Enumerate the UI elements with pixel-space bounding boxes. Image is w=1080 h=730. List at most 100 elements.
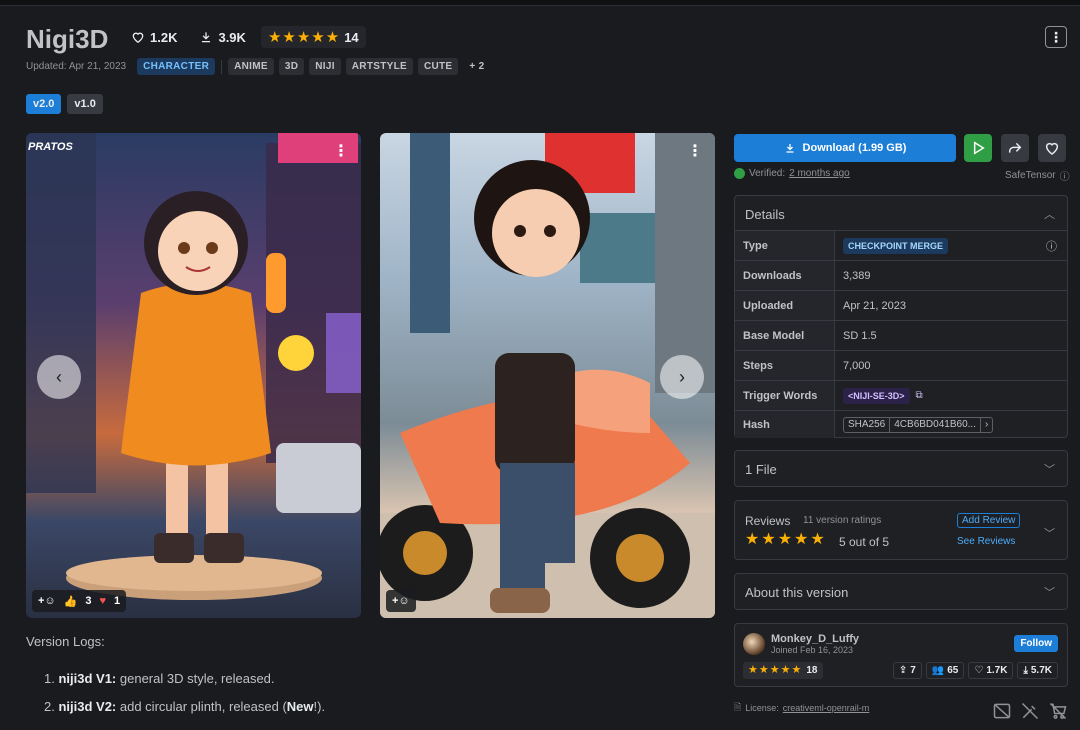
verified-check-icon — [734, 168, 745, 179]
review-score: 5 out of 5 — [839, 535, 890, 549]
no-brush-icon — [1021, 702, 1039, 720]
reviews-title: Reviews — [745, 514, 791, 528]
creator-card: Monkey_D_Luffy Joined Feb 16, 2023 Follo… — [734, 623, 1068, 687]
hash-selector[interactable]: SHA256 4CB6BD041B60... › — [843, 416, 994, 433]
add-reaction-icon[interactable]: +☺ — [392, 595, 410, 607]
chevron-right-icon[interactable]: › — [979, 417, 992, 432]
reviews-panel: Reviews 11 version ratings ★ ★ ★ ★ ★ 5 out o… — [734, 500, 1068, 560]
tag-artstyle[interactable]: ARTSTYLE — [345, 58, 413, 75]
type-badge: CHECKPOINT MERGE — [843, 237, 949, 254]
more-menu-button[interactable]: ⋮ — [1045, 26, 1067, 48]
star-icon: ★ — [810, 531, 825, 548]
play-icon — [973, 141, 985, 155]
downloads-count: 3.9K — [218, 29, 246, 45]
creator-name[interactable]: Monkey_D_Luffy — [771, 633, 859, 645]
follow-button[interactable]: Follow — [1014, 635, 1058, 652]
upload-icon: ⇪ — [898, 665, 908, 676]
chevron-right-icon: › — [679, 366, 685, 387]
detail-row-steps: Steps 7,000 — [735, 350, 1067, 380]
star-icon: ★ — [780, 664, 791, 676]
files-panel[interactable]: 1 File ﹀ — [734, 450, 1068, 487]
rating-stat[interactable]: ★ ★ ★ ★ ★ 14 — [260, 26, 366, 48]
details-panel: Details ︿ Type CHECKPOINT MERGE ⓘ Downloa… — [734, 195, 1068, 438]
watermark-logo: PRATOS — [28, 141, 73, 153]
download-icon: ⤓ — [1023, 665, 1028, 676]
detail-row-type: Type CHECKPOINT MERGE ⓘ — [735, 230, 1067, 260]
category-tag[interactable]: CHARACTER — [137, 58, 216, 75]
updated-date: Updated: Apr 21, 2023 — [26, 61, 127, 72]
download-icon — [786, 144, 794, 153]
creator-stats: ⇪ 7 👥 65 ♡ 1.7K ⤓ 5.7K — [892, 662, 1058, 679]
likes-stat[interactable]: 1.2K — [124, 26, 184, 48]
model-stats: 1.2K 3.9K ★ ★ ★ ★ ★ 14 — [124, 26, 366, 48]
image-reactions[interactable]: +☺ — [386, 590, 416, 612]
heart-icon — [1045, 142, 1059, 155]
next-image-button[interactable]: › — [660, 355, 704, 399]
info-icon[interactable]: ⓘ — [1046, 238, 1057, 254]
star-icon: ★ — [311, 28, 325, 46]
tag-3d[interactable]: 3D — [278, 58, 305, 75]
gallery-image-2[interactable]: ⋮ › +☺ — [380, 133, 715, 618]
version-v1-button[interactable]: v1.0 — [67, 94, 103, 114]
verified-status: Verified: 2 months ago — [734, 168, 850, 179]
add-review-button[interactable]: Add Review — [957, 513, 1021, 528]
detail-row-uploaded: Uploaded Apr 21, 2023 — [735, 290, 1067, 320]
chevron-down-icon[interactable]: ﹀ — [1044, 525, 1055, 541]
files-title: 1 File — [745, 461, 777, 477]
heart-icon — [132, 32, 144, 44]
license-link[interactable]: creativeml-openrail-m — [783, 703, 870, 713]
trigger-word-badge[interactable]: <NIJI-SE-3D> — [843, 387, 910, 404]
log-item: 1. niji3d V1: general 3D style, released… — [44, 671, 275, 686]
users-icon: 👥 — [931, 665, 945, 676]
creator-rating: ★ ★ ★ ★ ★ 18 — [743, 662, 823, 679]
image-menu-icon[interactable]: ⋮ — [333, 141, 349, 161]
copy-icon[interactable]: ⧉ — [916, 390, 923, 401]
star-icon: ★ — [769, 664, 780, 676]
hash-algo[interactable]: SHA256 — [844, 419, 889, 430]
gallery-image-1[interactable]: PRATOS ⋮ ‹ +☺ 👍 3 ♥ 1 — [26, 133, 361, 618]
thumbs-count: 3 — [85, 595, 92, 607]
favorite-button[interactable] — [1038, 134, 1066, 162]
more-tags-button[interactable]: + 2 — [463, 58, 490, 75]
file-format: SafeTensor ⓘ — [1005, 168, 1070, 183]
star-icon: ★ — [748, 664, 758, 676]
avatar[interactable] — [743, 633, 765, 655]
creator-likes-stat: ♡ 1.7K — [968, 662, 1014, 679]
tag-anime[interactable]: ANIME — [228, 58, 274, 75]
image-menu-icon[interactable]: ⋮ — [687, 141, 703, 161]
detail-row-downloads: Downloads 3,389 — [735, 260, 1067, 290]
heart-icon: ♡ — [974, 665, 984, 676]
hash-value[interactable]: 4CB6BD041B60... — [889, 417, 980, 432]
star-icon: ★ — [282, 28, 296, 46]
add-reaction-icon[interactable]: +☺ — [38, 595, 56, 607]
top-bar — [0, 0, 1080, 6]
run-button[interactable] — [964, 134, 992, 162]
info-icon[interactable]: ⓘ — [1060, 168, 1070, 183]
version-v2-button[interactable]: v2.0 — [26, 94, 62, 114]
prev-image-button[interactable]: ‹ — [37, 355, 81, 399]
rating-count: 14 — [344, 29, 359, 45]
about-panel[interactable]: About this version ﹀ — [734, 573, 1068, 610]
star-icon: ★ — [777, 531, 793, 548]
chevron-down-icon: ﹀ — [1044, 464, 1055, 476]
version-selector: v2.0 v1.0 — [26, 94, 103, 114]
details-header[interactable]: Details ︿ — [735, 196, 1067, 232]
rating-stars: ★ ★ ★ ★ ★ — [268, 30, 339, 45]
reviews-count: 11 version ratings — [803, 515, 882, 526]
see-reviews-link[interactable]: See Reviews — [957, 536, 1015, 547]
star-icon: ★ — [794, 531, 809, 548]
download-button[interactable]: Download (1.99 GB) — [734, 134, 956, 162]
star-icon: ★ — [325, 28, 340, 46]
download-label: Download (1.99 GB) — [802, 142, 907, 154]
star-icon: ★ — [758, 664, 769, 676]
verified-time-link[interactable]: 2 months ago — [789, 168, 850, 179]
creator-rating-count: 18 — [806, 665, 818, 676]
creator-joined: Joined Feb 16, 2023 — [771, 645, 854, 655]
heart-reaction-icon: ♥ — [99, 595, 107, 607]
tag-niji[interactable]: NIJI — [309, 58, 341, 75]
share-button[interactable] — [1001, 134, 1029, 162]
followers-stat: 👥 65 — [925, 662, 965, 679]
chevron-left-icon: ‹ — [56, 366, 62, 387]
image-reactions[interactable]: +☺ 👍 3 ♥ 1 — [32, 590, 127, 612]
tag-cute[interactable]: CUTE — [417, 58, 459, 75]
